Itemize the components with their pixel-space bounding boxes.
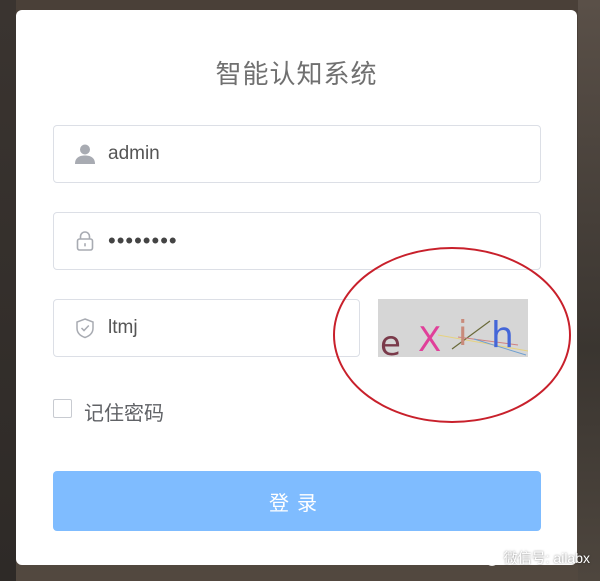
captcha-char: e — [380, 324, 401, 357]
captcha-char: X — [418, 320, 441, 357]
watermark: 微信号: ailabx — [476, 547, 590, 569]
login-card: 智能认知系统 admin •••••••• ltmj e X i h 记住密码 … — [16, 10, 577, 565]
password-field[interactable]: •••••••• — [53, 212, 541, 270]
shield-icon — [74, 317, 96, 339]
wechat-icon — [476, 549, 499, 566]
watermark-text: 微信号: ailabx — [503, 550, 590, 566]
user-icon — [74, 143, 96, 165]
password-value: •••••••• — [108, 228, 178, 253]
username-value: admin — [108, 143, 160, 164]
background-right — [578, 0, 600, 581]
captcha-field[interactable]: ltmj — [53, 299, 360, 357]
lock-icon — [74, 230, 96, 252]
captcha-char: h — [491, 315, 514, 356]
username-field[interactable]: admin — [53, 125, 541, 183]
captcha-image[interactable]: e X i h — [378, 299, 528, 357]
page-title: 智能认知系统 — [215, 59, 378, 89]
remember-label: 记住密码 — [84, 403, 164, 425]
captcha-value: ltmj — [108, 317, 138, 338]
background-left — [0, 0, 16, 581]
captcha-char: i — [458, 314, 467, 354]
login-button[interactable]: 登录 — [53, 471, 541, 531]
remember-checkbox[interactable] — [53, 399, 72, 418]
